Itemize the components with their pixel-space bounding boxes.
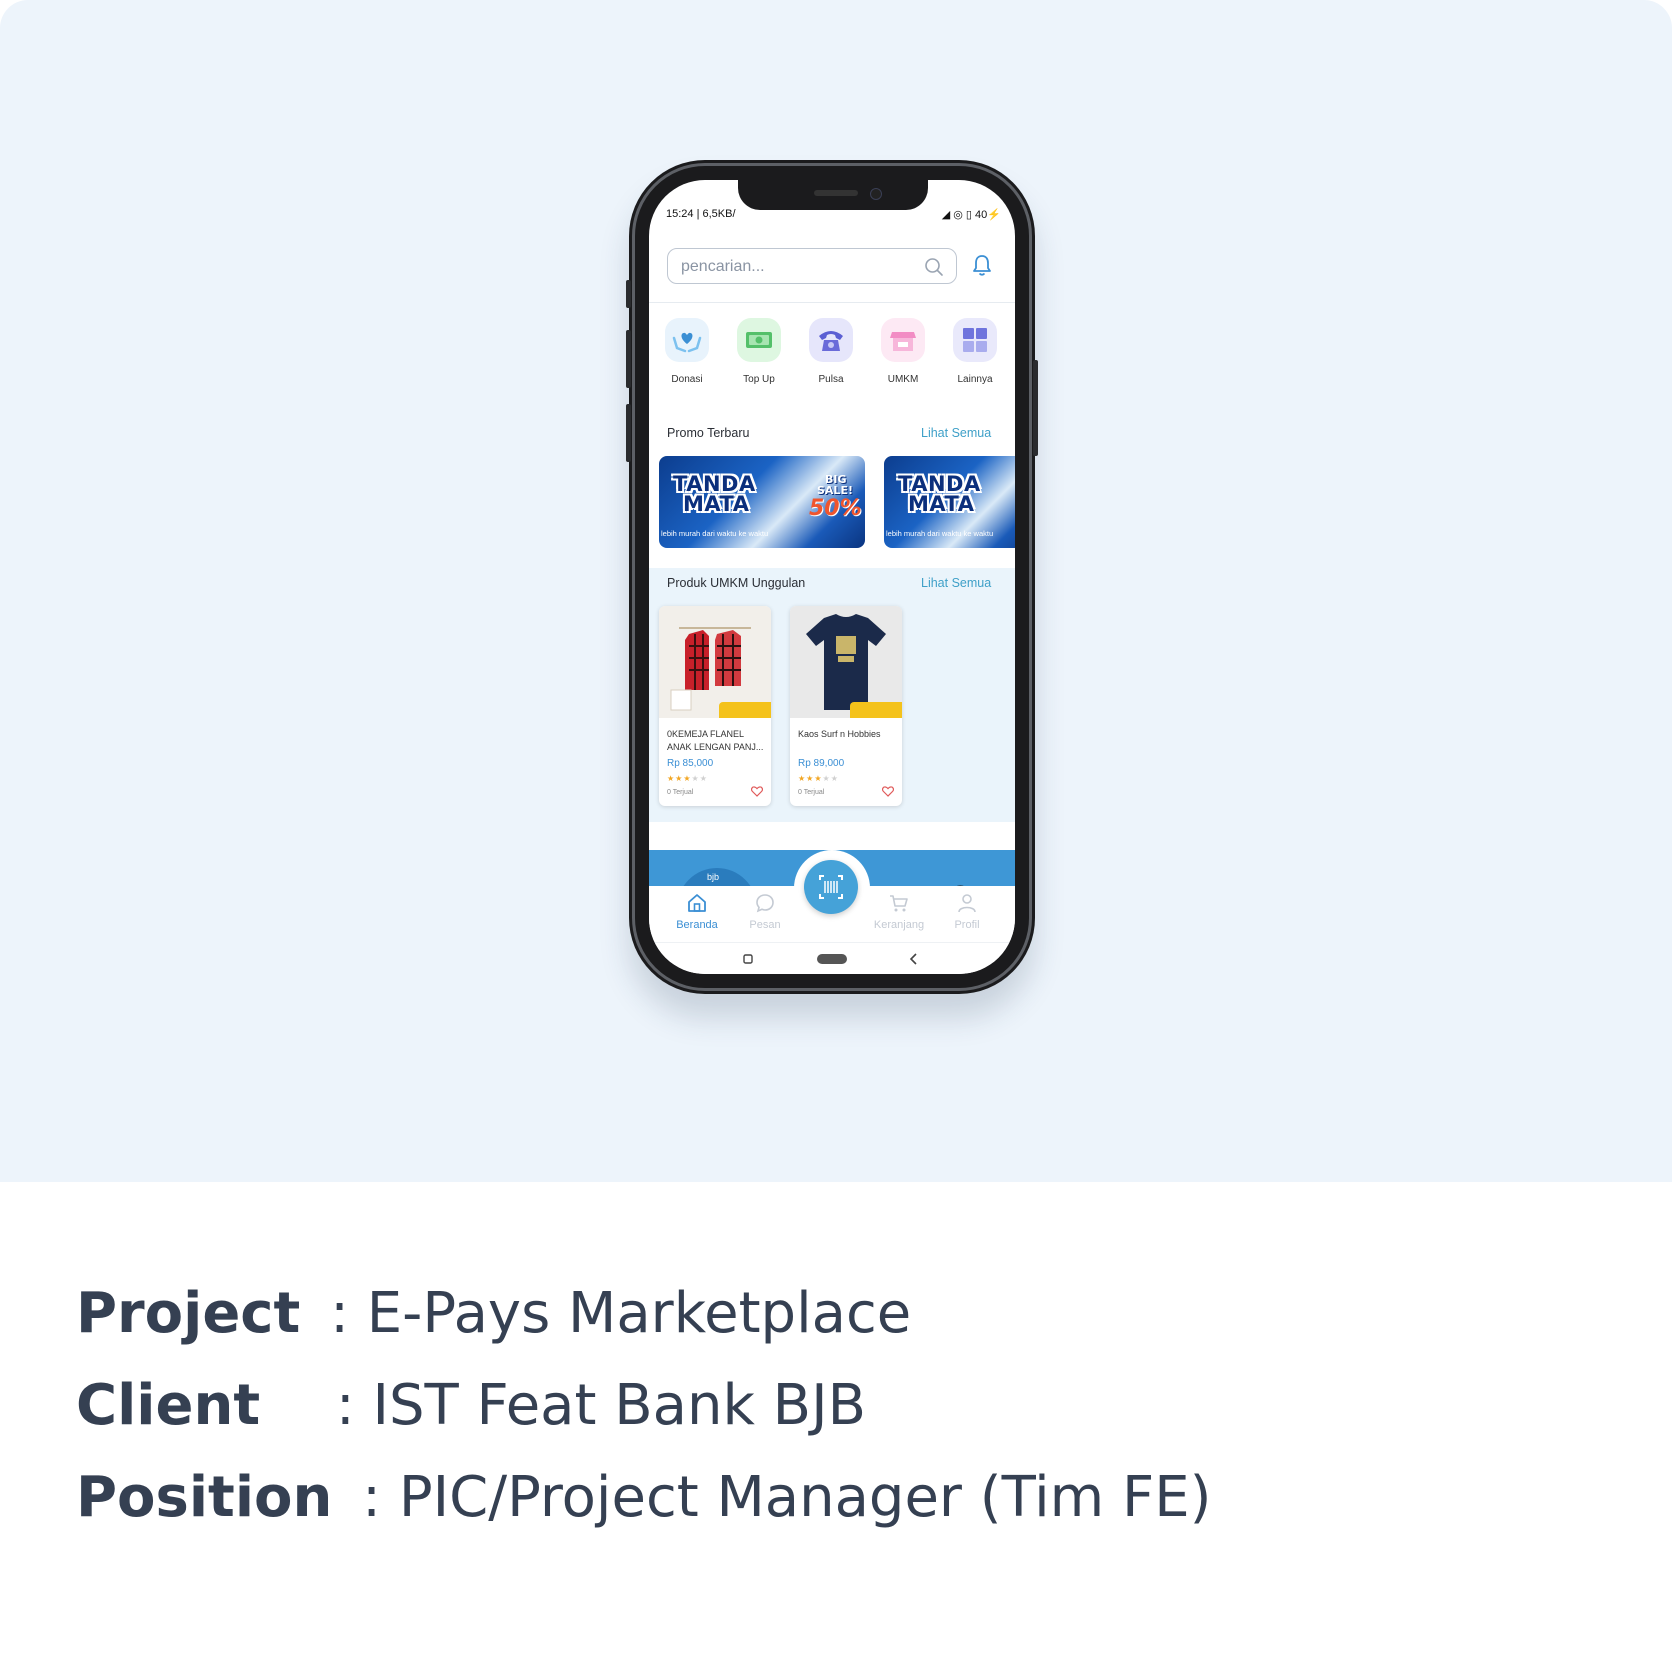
project-caption: Project : E-Pays Marketplace Client : IS… bbox=[76, 1268, 1211, 1544]
project-label: Project bbox=[76, 1281, 301, 1346]
product-price: Rp 89,000 bbox=[798, 758, 845, 769]
banner-tagline: lebih murah dari waktu ke waktu bbox=[661, 529, 769, 538]
product-name: 0KEMEJA FLANEL ANAK LENGAN PANJ... bbox=[667, 729, 764, 752]
position-label: Position bbox=[76, 1465, 333, 1530]
hero-background: 15:24 | 6,5KB/ ◢ ◎ ▯ 40⚡ pencarian... Do… bbox=[0, 0, 1672, 1182]
banner-sale-line: SALE! bbox=[817, 484, 853, 497]
battery-level: 40 bbox=[975, 209, 988, 221]
heart-icon[interactable] bbox=[751, 786, 763, 797]
tab-profil[interactable]: Profil bbox=[937, 892, 997, 931]
position-row: Position : PIC/Project Manager (Tim FE) bbox=[76, 1452, 1211, 1544]
notch bbox=[738, 180, 928, 210]
recent-apps-icon[interactable] bbox=[743, 954, 753, 964]
front-camera bbox=[870, 188, 882, 200]
grid-icon bbox=[953, 318, 997, 362]
back-chevron-icon[interactable] bbox=[909, 953, 919, 965]
chat-bubble-icon bbox=[756, 894, 774, 913]
category-label: UMKM bbox=[887, 374, 919, 385]
category-pulsa[interactable]: Pulsa bbox=[801, 318, 861, 385]
tab-label: Pesan bbox=[749, 919, 781, 931]
banner-brand-logo: TANDA MATA bbox=[898, 472, 981, 516]
product-card[interactable]: Kaos Surf n Hobbies Rp 89,000 ★★★★★ 0 Te… bbox=[790, 606, 902, 806]
header-divider bbox=[649, 302, 1015, 303]
mute-switch bbox=[626, 280, 631, 308]
phone-screen: 15:24 | 6,5KB/ ◢ ◎ ▯ 40⚡ pencarian... Do… bbox=[649, 180, 1015, 974]
project-value: : E-Pays Marketplace bbox=[330, 1281, 912, 1346]
tab-beranda[interactable]: Beranda bbox=[667, 892, 727, 931]
category-donasi[interactable]: Donasi bbox=[657, 318, 717, 385]
tab-label: Keranjang bbox=[873, 919, 925, 931]
home-pill-icon[interactable] bbox=[817, 954, 847, 964]
category-menu: Donasi Top Up Pulsa UMKM Lainnya bbox=[649, 318, 1015, 398]
client-label: Client bbox=[76, 1373, 261, 1438]
umkm-section-title: Produk UMKM Unggulan bbox=[667, 576, 806, 590]
product-sold-count: 0 Terjual bbox=[667, 789, 694, 796]
store-icon bbox=[881, 318, 925, 362]
banner-discount: 50% bbox=[809, 496, 862, 521]
search-icon[interactable] bbox=[924, 257, 944, 277]
category-label: Top Up bbox=[743, 374, 775, 385]
category-label: Lainnya bbox=[957, 374, 993, 385]
category-label: Pulsa bbox=[818, 374, 844, 385]
banner-brand-line: TANDA bbox=[673, 472, 756, 496]
banner-tagline: lebih murah dari waktu ke waktu bbox=[886, 529, 994, 538]
product-name: Kaos Surf n Hobbies bbox=[798, 729, 881, 739]
bell-icon[interactable] bbox=[971, 253, 993, 277]
status-icons: ◢ ◎ ▯ 40⚡ bbox=[942, 208, 1001, 221]
product-price: Rp 85,000 bbox=[667, 758, 714, 769]
category-lainnya[interactable]: Lainnya bbox=[945, 318, 1005, 385]
umkm-see-all-link[interactable]: Lihat Semua bbox=[921, 576, 991, 590]
wifi-icon: ◎ bbox=[953, 209, 963, 221]
category-topup[interactable]: Top Up bbox=[729, 318, 789, 385]
cart-icon bbox=[890, 895, 908, 912]
search-placeholder: pencarian... bbox=[681, 258, 765, 275]
heart-icon[interactable] bbox=[882, 786, 894, 797]
banner-brand-logo: TANDA MATA bbox=[673, 472, 756, 516]
profile-icon bbox=[958, 894, 976, 913]
promo-strip-label: bjb bbox=[707, 872, 720, 882]
product-rating: ★★★★★ bbox=[667, 774, 708, 783]
free-shipping-badge bbox=[850, 702, 902, 718]
home-icon bbox=[688, 894, 706, 912]
portfolio-card: 15:24 | 6,5KB/ ◢ ◎ ▯ 40⚡ pencarian... Do… bbox=[0, 0, 1672, 1672]
android-nav-bar bbox=[649, 942, 1015, 974]
tab-pesan[interactable]: Pesan bbox=[735, 892, 795, 931]
promo-section-title: Promo Terbaru bbox=[667, 426, 750, 440]
product-card[interactable]: 0KEMEJA FLANEL ANAK LENGAN PANJ... Rp 85… bbox=[659, 606, 771, 806]
position-value: : PIC/Project Manager (Tim FE) bbox=[362, 1465, 1212, 1530]
money-icon bbox=[737, 318, 781, 362]
status-time: 15:24 | 6,5KB/ bbox=[666, 208, 736, 220]
speaker bbox=[814, 190, 858, 196]
promo-banner[interactable]: TANDA MATA BIG SALE! 50% lebih murah dari … bbox=[659, 456, 865, 548]
client-row: Client : IST Feat Bank BJB bbox=[76, 1360, 1211, 1452]
client-value: : IST Feat Bank BJB bbox=[335, 1373, 867, 1438]
promo-banner[interactable]: TANDA MATA lebih murah dari waktu ke wakt… bbox=[884, 456, 1015, 548]
product-sold-count: 0 Terjual bbox=[798, 789, 825, 796]
category-label: Donasi bbox=[671, 374, 703, 385]
banner-brand-line: MATA bbox=[683, 492, 750, 516]
product-rating: ★★★★★ bbox=[798, 774, 839, 783]
banner-brand-line: MATA bbox=[908, 492, 975, 516]
free-shipping-badge bbox=[719, 702, 771, 718]
tab-label: Beranda bbox=[676, 919, 718, 931]
promo-see-all-link[interactable]: Lihat Semua bbox=[921, 426, 991, 440]
power-button bbox=[1033, 360, 1038, 456]
phone-icon bbox=[809, 318, 853, 362]
scan-qr-button[interactable] bbox=[804, 860, 858, 914]
banner-brand-line: TANDA bbox=[898, 472, 981, 496]
barcode-scan-icon bbox=[819, 875, 843, 899]
volume-down-button bbox=[626, 404, 631, 462]
charging-icon: ⚡ bbox=[987, 209, 1001, 221]
phone-mockup: 15:24 | 6,5KB/ ◢ ◎ ▯ 40⚡ pencarian... Do… bbox=[626, 160, 1038, 994]
search-input[interactable]: pencarian... bbox=[667, 248, 957, 284]
signal-icon: ◢ bbox=[941, 209, 951, 221]
tab-label: Profil bbox=[954, 919, 980, 931]
banner-sale-text: BIG SALE! bbox=[809, 474, 853, 496]
volume-up-button bbox=[626, 330, 631, 388]
donation-hands-icon bbox=[665, 318, 709, 362]
battery-icon: ▯ bbox=[965, 209, 972, 221]
tab-keranjang[interactable]: Keranjang bbox=[869, 892, 929, 931]
project-row: Project : E-Pays Marketplace bbox=[76, 1268, 1211, 1360]
category-umkm[interactable]: UMKM bbox=[873, 318, 933, 385]
